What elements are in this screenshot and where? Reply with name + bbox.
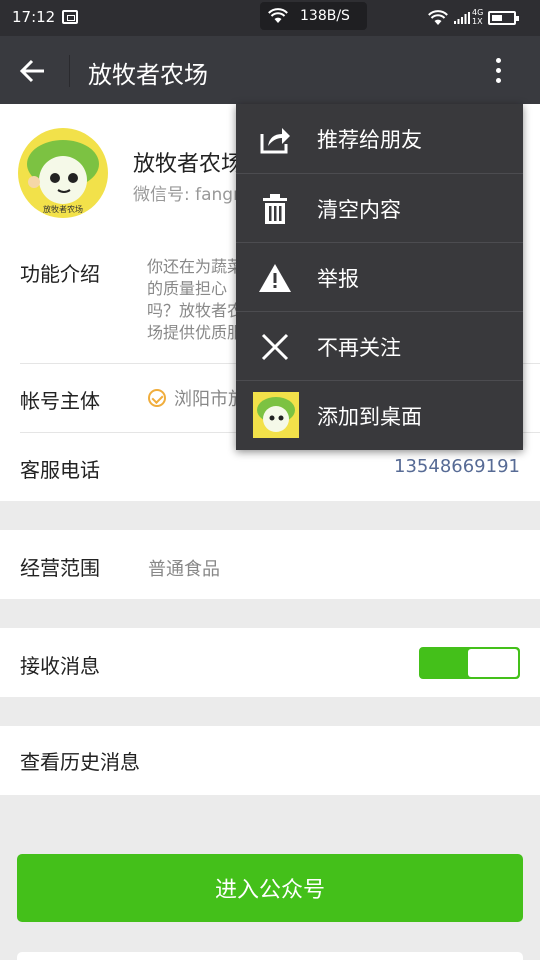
wifi-icon — [428, 10, 448, 25]
scope-label: 经营范围 — [20, 556, 100, 580]
title-bar: 放牧者农场 — [0, 36, 540, 104]
bottom-card — [17, 952, 523, 960]
menu-item-report[interactable]: 举报 — [236, 243, 523, 312]
close-icon — [261, 333, 289, 361]
receive-row: 接收消息 — [0, 628, 540, 697]
overflow-menu: 推荐给朋友 清空内容 举报 不再关注 添加到桌面 — [236, 104, 523, 450]
phone-label: 客服电话 — [20, 458, 100, 482]
trash-icon — [263, 194, 287, 224]
enter-account-button[interactable]: 进入公众号 — [17, 854, 523, 922]
share-icon — [260, 128, 290, 154]
menu-item-recommend[interactable]: 推荐给朋友 — [236, 104, 523, 173]
more-options-icon[interactable] — [488, 54, 510, 86]
menu-label: 不再关注 — [317, 336, 401, 360]
receive-messages-toggle[interactable] — [419, 647, 520, 679]
menu-item-unfollow[interactable]: 不再关注 — [236, 312, 523, 381]
menu-label: 清空内容 — [317, 198, 401, 222]
toggle-knob — [468, 649, 518, 677]
avatar[interactable]: 放牧者农场 — [18, 128, 108, 218]
network-speed: 138B/S — [300, 8, 350, 24]
network-type-label: 4G 1X — [472, 8, 484, 26]
wifi-icon — [268, 8, 288, 23]
status-time: 17:12 — [12, 8, 56, 26]
back-arrow-icon[interactable] — [18, 56, 48, 86]
menu-label: 推荐给朋友 — [317, 128, 422, 152]
intro-text: 你还在为蔬菜的质量担心吗？放牧者农场提供优质服务，让您足不出户吃到新鲜无公害蔬菜 — [147, 257, 244, 346]
warning-icon — [259, 264, 291, 292]
scope-row: 经营范围 普通食品 — [0, 530, 540, 599]
history-label: 查看历史消息 — [20, 750, 140, 774]
title-divider — [69, 55, 70, 87]
account-name: 放牧者农场 — [133, 152, 244, 177]
menu-item-clear[interactable]: 清空内容 — [236, 174, 523, 243]
network-speed-pill: 138B/S — [260, 2, 367, 30]
phone-number[interactable]: 13548669191 — [394, 456, 520, 477]
page-title: 放牧者农场 — [88, 61, 208, 89]
menu-label: 添加到桌面 — [317, 405, 422, 429]
receive-label: 接收消息 — [20, 654, 100, 678]
menu-label: 举报 — [317, 267, 359, 291]
menu-item-add-to-desktop[interactable]: 添加到桌面 — [236, 381, 523, 450]
svg-text:放牧者农场: 放牧者农场 — [43, 204, 83, 214]
status-icons: 4G 1X — [428, 8, 528, 28]
entity-label: 帐号主体 — [20, 389, 100, 413]
screenshot-icon — [62, 10, 78, 24]
battery-icon — [488, 11, 519, 25]
app-thumbnail — [253, 392, 299, 438]
status-bar: 17:12 138B/S 4G 1X — [0, 0, 540, 36]
verified-check-icon — [148, 389, 166, 407]
signal-icon — [454, 12, 470, 24]
history-row[interactable]: 查看历史消息 — [0, 726, 540, 795]
scope-value: 普通食品 — [148, 559, 220, 580]
intro-label: 功能介绍 — [20, 262, 100, 286]
